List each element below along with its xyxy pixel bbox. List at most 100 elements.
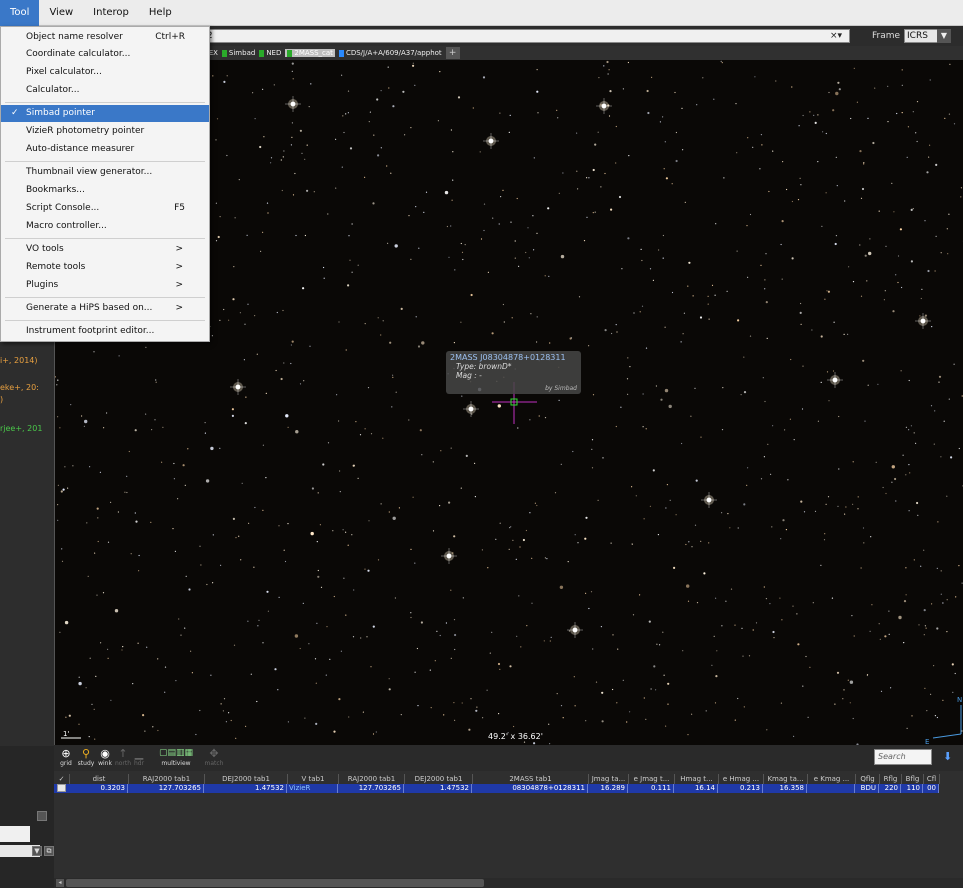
multiview-icon: ▢▤▥▦ [158, 748, 193, 758]
chevron-down-icon[interactable]: ▼ [937, 29, 951, 43]
search-arrow-icon[interactable]: ⬇ [943, 750, 952, 763]
aladin-window: Tool View Interop Help .2 ×▾ Frame ICRS … [0, 0, 963, 888]
column-header[interactable]: e Jmag t... [629, 774, 675, 784]
hdr-button[interactable]: ▁ hdr [132, 747, 146, 767]
menu-tool[interactable]: Tool [0, 0, 40, 26]
menu-item-label: Object name resolver [26, 32, 123, 42]
measurement-table: ✓ dist RAJ2000 tab1 DEJ2000 tab1 V tab1 … [54, 771, 963, 878]
layer-tab[interactable]: CDS/J/A+A/609/A37/apphot [338, 49, 442, 57]
column-header[interactable]: Kmag ta... [764, 774, 808, 784]
table-row[interactable]: 0.3203 127.703265 1.47532 VizieR 127.703… [54, 784, 939, 793]
menu-item-simbad-pointer[interactable]: ✓ Simbad pointer [1, 105, 209, 122]
tool-menu: Object name resolver Ctrl+R Coordinate ca… [0, 26, 210, 342]
column-header[interactable]: DEJ2000 tab1 [405, 774, 473, 784]
menu-help[interactable]: Help [139, 0, 182, 26]
tooltip-title[interactable]: 2MASS J08304878+0128311 [450, 353, 577, 362]
table-scrollbar[interactable]: ◂ [54, 878, 963, 888]
tree-item[interactable]: ) [0, 395, 3, 404]
table-cell: 0.213 [718, 784, 763, 793]
column-header[interactable]: DEJ2000 tab1 [205, 774, 288, 784]
north-button[interactable]: ↑ north [114, 747, 132, 767]
target-input[interactable]: .2 [200, 29, 850, 43]
column-header[interactable]: dist [70, 774, 129, 784]
layer-tab[interactable]: NED [259, 49, 281, 57]
add-layer-button[interactable]: + [445, 47, 460, 59]
scroll-thumb[interactable] [66, 879, 484, 887]
grid-button[interactable]: ⊕ grid [56, 747, 76, 767]
submenu-arrow-icon: > [175, 262, 183, 272]
menu-item-generate-hips[interactable]: Generate a HiPS based on... > [1, 300, 209, 317]
view-toolbar: ⊕ grid ⚲ study ◉ wink ↑ north ▁ hdr ▢▤▥▦ multi… [54, 745, 963, 771]
column-header[interactable]: V tab1 [288, 774, 339, 784]
column-header[interactable]: Bflg [902, 774, 924, 784]
column-header[interactable]: ✓ [54, 774, 70, 784]
layer-tabs: ALEX Simbad NED 2MASS_cat CDS/J/A+A/609/… [200, 46, 963, 60]
column-header[interactable]: Qflg [856, 774, 880, 784]
menu-item-auto-distance-measurer[interactable]: Auto-distance measurer [1, 141, 209, 158]
table-cell: 08304878+0128311 [472, 784, 588, 793]
menu-item-thumbnail-view-generator[interactable]: Thumbnail view generator... [1, 164, 209, 181]
panel-toggle-button[interactable] [37, 811, 47, 821]
menu-item-vizier-photometry-pointer[interactable]: VizieR photometry pointer [1, 123, 209, 140]
layer-tab[interactable]: Simbad [221, 49, 255, 57]
menu-item-label: Coordinate calculator... [26, 49, 131, 59]
submenu-arrow-icon: > [175, 303, 183, 313]
tree-item[interactable]: i+, 2014) [0, 356, 38, 365]
layer-tab[interactable]: 2MASS_cat [285, 49, 335, 57]
compass-e-label: E [925, 738, 929, 745]
menu-item-label: Script Console... [26, 203, 100, 213]
column-header[interactable]: Rflg [880, 774, 902, 784]
menu-separator [5, 161, 205, 162]
target-clear-button[interactable]: ×▾ [830, 29, 842, 43]
layer-color-swatch [221, 49, 227, 57]
row-checkbox[interactable] [57, 784, 66, 792]
wink-button[interactable]: ◉ wink [96, 747, 114, 767]
menu-item-label: Plugins [26, 280, 59, 290]
column-header[interactable]: 2MASS tab1 [473, 774, 589, 784]
scale-label: 1' [63, 730, 70, 738]
menu-interop[interactable]: Interop [83, 0, 139, 26]
menu-item-label: Remote tools [26, 262, 86, 272]
fov-readout: 49.2' x 36.62' [488, 732, 543, 741]
menu-item-coordinate-calculator[interactable]: Coordinate calculator... [1, 46, 209, 63]
menu-item-pixel-calculator[interactable]: Pixel calculator... [1, 64, 209, 81]
chevron-down-icon[interactable]: ▼ [32, 846, 42, 856]
menu-item-label: VO tools [26, 244, 64, 254]
column-header[interactable]: Cfl [924, 774, 940, 784]
layer-color-swatch [338, 49, 344, 57]
menu-item-macro-controller[interactable]: Macro controller... [1, 218, 209, 235]
menu-item-object-name-resolver[interactable]: Object name resolver Ctrl+R [1, 29, 209, 46]
tree-item[interactable]: eke+, 20: [0, 383, 39, 392]
menu-view[interactable]: View [39, 0, 83, 26]
menu-item-instrument-footprint-editor[interactable]: Instrument footprint editor... [1, 323, 209, 340]
column-header[interactable]: Hmag t... [675, 774, 719, 784]
menu-item-shortcut: Ctrl+R [155, 32, 185, 42]
menu-item-script-console[interactable]: Script Console... F5 [1, 200, 209, 217]
menu-item-remote-tools[interactable]: Remote tools > [1, 259, 209, 276]
table-cell: 00 [923, 784, 939, 793]
menu-item-bookmarks[interactable]: Bookmarks... [1, 182, 209, 199]
column-header[interactable]: RAJ2000 tab1 [339, 774, 405, 784]
tooltip-source: by Simbad [545, 385, 577, 392]
search-input[interactable]: Search [874, 749, 932, 765]
column-header[interactable]: RAJ2000 tab1 [129, 774, 205, 784]
property-field[interactable] [0, 826, 30, 842]
tree-item[interactable]: rjee+, 201 [0, 424, 42, 433]
column-header[interactable]: Jmag ta... [589, 774, 629, 784]
menu-item-calculator[interactable]: Calculator... [1, 82, 209, 99]
scroll-left-icon[interactable]: ◂ [56, 879, 64, 887]
column-header[interactable]: e Hmag ... [719, 774, 764, 784]
copy-icon[interactable]: ⧉ [44, 846, 54, 856]
table-cell: 110 [901, 784, 923, 793]
menu-item-vo-tools[interactable]: VO tools > [1, 241, 209, 258]
match-button[interactable]: ✥ match [204, 747, 224, 767]
column-header[interactable]: e Kmag ... [808, 774, 856, 784]
table-cell: 16.14 [674, 784, 718, 793]
study-button[interactable]: ⚲ study [76, 747, 96, 767]
hdr-icon: ▁ [134, 747, 144, 760]
menu-item-plugins[interactable]: Plugins > [1, 277, 209, 294]
vizier-link[interactable]: VizieR [287, 784, 338, 793]
multiview-button[interactable]: ▢▤▥▦ multiview [148, 747, 204, 767]
table-cell [807, 784, 855, 793]
menu-item-label: VizieR photometry pointer [26, 126, 145, 136]
